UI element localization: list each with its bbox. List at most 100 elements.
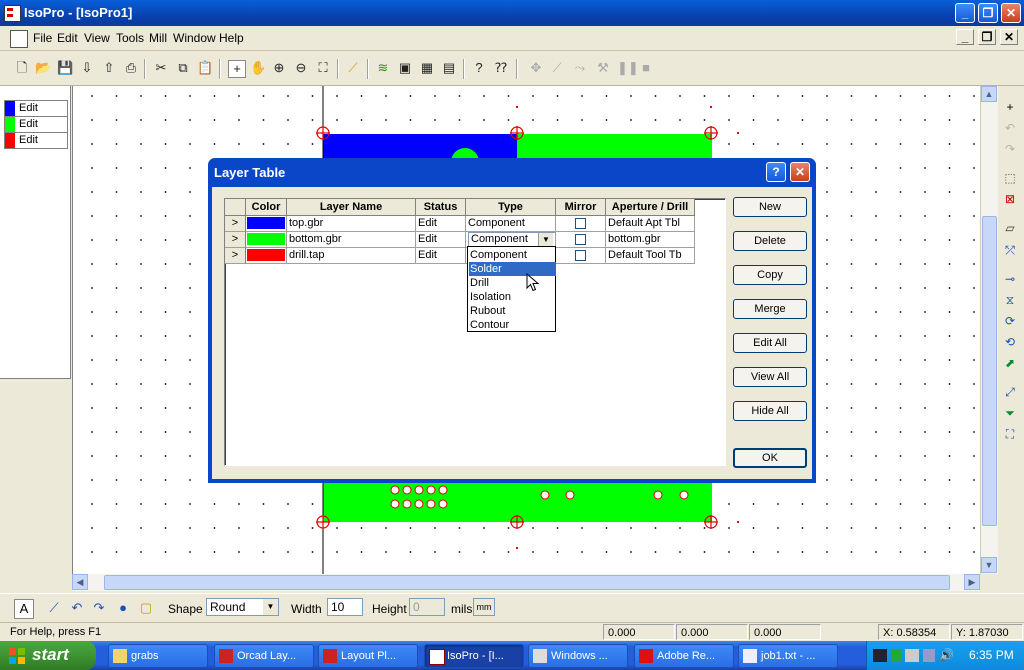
scroll-up-icon[interactable]: ▲	[981, 86, 997, 102]
doc-minimize-button[interactable]: _	[956, 29, 974, 45]
mirror-checkbox[interactable]	[575, 234, 586, 245]
zoom-fit-icon[interactable]: ⛶	[315, 60, 331, 76]
paste-icon[interactable]: 📋	[197, 60, 213, 76]
layer-name-cell[interactable]: drill.tap	[287, 248, 416, 264]
arc-cw-tool-icon[interactable]: ↷	[90, 599, 108, 617]
title-bar[interactable]: IsoPro - [IsoPro1] _ ❐ ✕	[0, 0, 1024, 26]
tray-network-icon[interactable]	[891, 649, 901, 662]
horizontal-scroll-thumb[interactable]	[104, 575, 950, 590]
open-folder-icon[interactable]: 📂	[35, 60, 51, 76]
node-icon[interactable]: ⊸	[1002, 271, 1018, 287]
edit-all-button[interactable]: Edit All	[733, 333, 807, 353]
status-cell[interactable]: Edit	[416, 232, 466, 248]
dialog-help-button[interactable]: ?	[766, 162, 786, 182]
export-icon[interactable]: ⇧	[101, 60, 117, 76]
taskbar-item-grabs[interactable]: grabs	[108, 644, 208, 668]
rotate-ccw-icon[interactable]: ⟲	[1002, 334, 1018, 350]
layer-color-cell[interactable]	[246, 232, 287, 248]
layer-panel-item[interactable]: Edit	[4, 132, 68, 149]
undo-icon[interactable]: ↶	[1002, 120, 1018, 136]
taskbar-item-orcad[interactable]: Orcad Lay...	[214, 644, 314, 668]
mirror-icon[interactable]: ⧖	[1002, 292, 1018, 308]
scroll-left-icon[interactable]: ◀	[72, 574, 88, 590]
status-cell[interactable]: Edit	[416, 248, 466, 264]
width-input[interactable]: 10	[327, 598, 363, 616]
mirror-checkbox[interactable]	[575, 218, 586, 229]
funnel-icon[interactable]: ⏷	[1002, 405, 1018, 421]
mirror-checkbox[interactable]	[575, 250, 586, 261]
layer-view-icon[interactable]: ▣	[397, 60, 413, 76]
chevron-down-icon[interactable]: ▼	[263, 599, 278, 615]
print-icon[interactable]: ⎙	[123, 60, 139, 76]
type-option-component[interactable]: Component	[469, 248, 556, 262]
arc-ccw-tool-icon[interactable]: ↶	[68, 599, 86, 617]
tray-device-icon[interactable]	[923, 649, 935, 662]
tool-icon[interactable]: ⚒	[595, 60, 611, 76]
tray-app-icon[interactable]	[873, 649, 887, 662]
type-option-isolation[interactable]: Isolation	[469, 290, 556, 304]
taskbar-item-isopro[interactable]: IsoPro - [I...	[424, 644, 524, 668]
view-all-button[interactable]: View All	[733, 367, 807, 387]
rotate-cw-icon[interactable]: ⟳	[1002, 313, 1018, 329]
copy-button[interactable]: Copy	[733, 265, 807, 285]
type-option-solder[interactable]: Solder	[469, 262, 556, 276]
crosshair-icon[interactable]: +	[228, 60, 246, 78]
menu-help[interactable]: Help	[219, 31, 244, 45]
pan-hand-icon[interactable]: ✋	[250, 60, 266, 76]
join-icon[interactable]: ⤢	[1002, 384, 1018, 400]
delete-button[interactable]: Delete	[733, 231, 807, 251]
doc-close-button[interactable]: ✕	[1000, 29, 1018, 45]
hide-all-button[interactable]: Hide All	[733, 401, 807, 421]
copy-icon[interactable]: ⧉	[175, 60, 191, 76]
units-toggle-button[interactable]: mm	[473, 598, 495, 616]
layer-color-cell[interactable]	[246, 216, 287, 232]
frame-icon[interactable]: ⛶	[1002, 426, 1018, 442]
line-tool-icon[interactable]: ⟋	[45, 599, 63, 617]
pause-icon[interactable]: ❚❚	[617, 60, 639, 76]
merge-button[interactable]: Merge	[733, 299, 807, 319]
connect-icon[interactable]: ⤱	[1002, 242, 1018, 258]
column-header-type[interactable]: Type	[466, 199, 556, 216]
taskbar-item-windows[interactable]: Windows ...	[528, 644, 628, 668]
layer-name-cell[interactable]: bottom.gbr	[287, 232, 416, 248]
layer-name-cell[interactable]: top.gbr	[287, 216, 416, 232]
taskbar-item-adobe[interactable]: Adobe Re...	[634, 644, 734, 668]
aperture-cell[interactable]: Default Tool Tb	[606, 248, 695, 264]
layer-panel-item[interactable]: Edit	[4, 100, 68, 117]
add-icon[interactable]: +	[1002, 99, 1018, 115]
doc-restore-button[interactable]: ❐	[978, 29, 996, 45]
help-icon[interactable]: ?	[471, 60, 487, 76]
menu-view[interactable]: View	[84, 31, 110, 45]
layer-color-cell[interactable]	[246, 248, 287, 264]
document-icon[interactable]	[10, 30, 28, 48]
vertical-scroll-thumb[interactable]	[982, 216, 997, 526]
delete-box-icon[interactable]: ⊠	[1002, 191, 1018, 207]
horizontal-scrollbar[interactable]: ◀ ▶	[72, 574, 980, 591]
circle-tool-icon[interactable]: ●	[114, 599, 132, 617]
menu-file[interactable]: File	[33, 31, 52, 45]
row-selector[interactable]: >	[225, 216, 246, 232]
isopro-app-icon[interactable]	[4, 5, 21, 22]
redo-icon[interactable]: ↷	[1002, 141, 1018, 157]
layer-panel-item[interactable]: Edit	[4, 116, 68, 133]
aperture-cell[interactable]: Default Apt Tbl	[606, 216, 695, 232]
dialog-close-button[interactable]: ✕	[790, 162, 810, 182]
shape-select[interactable]: Round ▼	[206, 598, 279, 616]
chevron-down-icon[interactable]: ▼	[538, 233, 553, 246]
menu-window[interactable]: Window	[173, 31, 216, 45]
column-header-color[interactable]: Color	[246, 199, 287, 216]
move-icon[interactable]: ✥	[528, 60, 544, 76]
minimize-button[interactable]: _	[955, 3, 975, 23]
import-icon[interactable]: ⇩	[79, 60, 95, 76]
cut-icon[interactable]: ✂	[153, 60, 169, 76]
column-header-layer-name[interactable]: Layer Name	[287, 199, 416, 216]
table-icon[interactable]: ▤	[441, 60, 457, 76]
type-option-drill[interactable]: Drill	[469, 276, 556, 290]
line-icon[interactable]: ⟋	[549, 60, 565, 76]
start-button[interactable]: start	[0, 641, 96, 670]
column-header-mirror[interactable]: Mirror	[556, 199, 606, 216]
stop-icon[interactable]: ■	[638, 60, 654, 76]
taskbar-item-layout[interactable]: Layout Pl...	[318, 644, 418, 668]
grid-view-icon[interactable]: ▦	[419, 60, 435, 76]
scroll-down-icon[interactable]: ▼	[981, 557, 997, 573]
